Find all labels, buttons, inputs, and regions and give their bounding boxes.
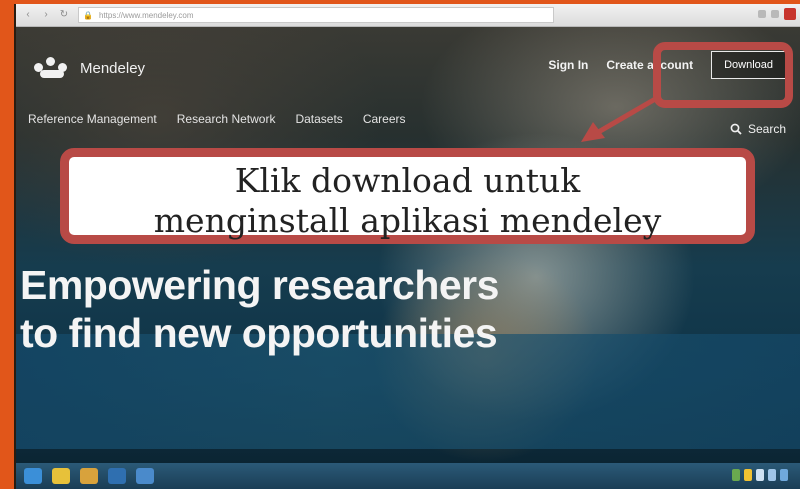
- hero-line-1: Empowering researchers: [20, 262, 499, 308]
- os-taskbar: [16, 463, 800, 489]
- start-icon[interactable]: [24, 468, 42, 484]
- nav-item-reference-management[interactable]: Reference Management: [28, 112, 157, 126]
- hero-heading: Empowering researchers to find new oppor…: [20, 261, 499, 357]
- extension-icon[interactable]: [758, 10, 766, 18]
- nav-item-careers[interactable]: Careers: [363, 112, 406, 126]
- back-icon[interactable]: ‹: [22, 9, 34, 21]
- callout-line-1: Klik download untuk: [234, 161, 581, 200]
- reload-icon[interactable]: ↻: [58, 9, 70, 21]
- brand-logo[interactable]: Mendeley: [34, 57, 145, 79]
- window-controls: [758, 8, 796, 20]
- menu-icon[interactable]: [771, 10, 779, 18]
- tray-icon[interactable]: [732, 469, 740, 481]
- forward-icon[interactable]: ›: [40, 9, 52, 21]
- tray-icon[interactable]: [756, 469, 764, 481]
- tray-icon[interactable]: [744, 469, 752, 481]
- site-nav: Reference Management Research Network Da…: [16, 104, 800, 134]
- search-label: Search: [747, 122, 786, 136]
- hero-line-2: to find new opportunities: [20, 310, 498, 356]
- browser-toolbar: ‹ › ↻ 🔒 https://www.mendeley.com: [16, 4, 800, 27]
- download-highlight-box: [653, 42, 793, 108]
- callout-line-2: menginstall aplikasi mendeley: [153, 201, 662, 240]
- lock-icon: 🔒: [83, 10, 93, 20]
- word-taskbar-icon[interactable]: [136, 468, 154, 484]
- arrow-icon: [581, 95, 659, 142]
- brand-name: Mendeley: [80, 59, 146, 77]
- folder-taskbar-icon[interactable]: [80, 468, 98, 484]
- mendeley-logo-icon: [34, 57, 72, 79]
- search-link[interactable]: Search: [730, 122, 786, 136]
- tray-icon[interactable]: [780, 469, 788, 481]
- nav-item-datasets[interactable]: Datasets: [295, 112, 342, 126]
- sign-in-link[interactable]: Sign In: [548, 58, 588, 72]
- system-tray: [732, 469, 788, 481]
- app-taskbar-icon[interactable]: [108, 468, 126, 484]
- address-bar[interactable]: 🔒 https://www.mendeley.com: [78, 7, 554, 23]
- profile-icon[interactable]: [784, 8, 796, 20]
- search-icon: [730, 123, 742, 135]
- tray-icon[interactable]: [768, 469, 776, 481]
- instruction-callout: Klik download untuk menginstall aplikasi…: [60, 148, 755, 244]
- chrome-taskbar-icon[interactable]: [52, 468, 70, 484]
- nav-item-research-network[interactable]: Research Network: [177, 112, 276, 126]
- address-text: https://www.mendeley.com: [98, 10, 194, 20]
